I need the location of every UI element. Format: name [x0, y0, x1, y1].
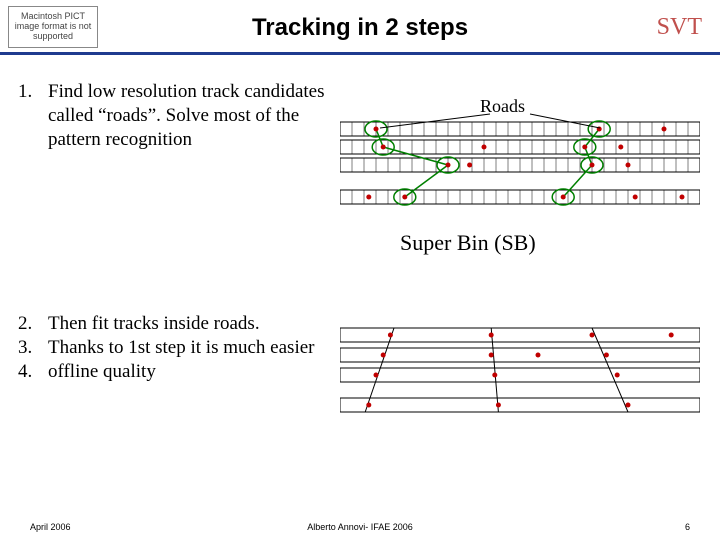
- item-number: 3.: [18, 336, 48, 360]
- item-text: Find low resolution track candidates cal…: [48, 80, 328, 151]
- superbin-label: Super Bin (SB): [400, 230, 536, 256]
- item-text: Then fit tracks inside roads.: [48, 313, 260, 334]
- item-number: 2.: [18, 312, 48, 336]
- item-text: offline quality: [48, 361, 156, 382]
- item-number: 4.: [18, 360, 48, 384]
- tracks-diagram: [340, 320, 700, 430]
- list-item-1: 1. Find low resolution track candidates …: [18, 80, 328, 151]
- page-title: Tracking in 2 steps: [0, 14, 720, 42]
- brand-label: SVT: [657, 14, 702, 41]
- roads-diagram: [340, 112, 700, 222]
- footer-page-number: 6: [685, 522, 690, 532]
- list-block-2: 2.Then fit tracks inside roads. 3.Thanks…: [18, 312, 328, 383]
- item-text: Thanks to 1st step it is much easier: [48, 337, 314, 358]
- horizontal-rule: [0, 52, 720, 55]
- footer-author: Alberto Annovi- IFAE 2006: [0, 522, 720, 532]
- item-number: 1.: [18, 80, 32, 104]
